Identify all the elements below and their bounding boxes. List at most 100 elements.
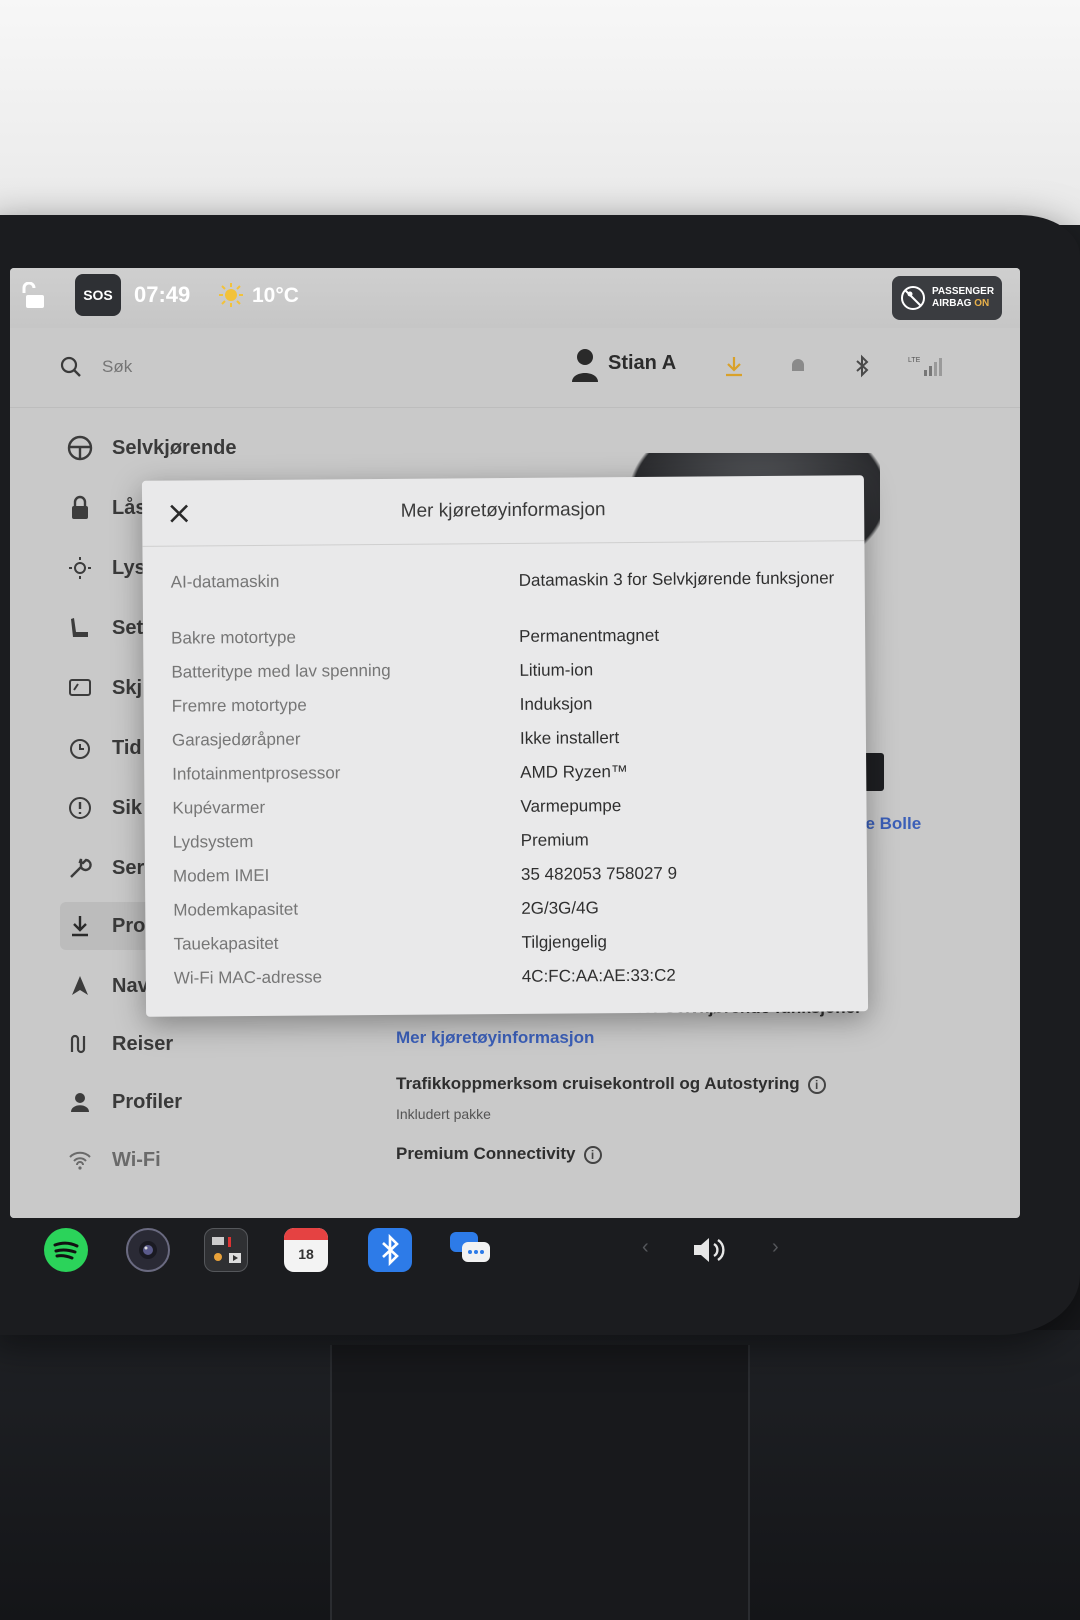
toybox-icon[interactable] [204,1228,248,1272]
search-icon[interactable] [60,356,82,378]
info-row: Modemkapasitet 2G/3G/4G [173,895,853,922]
sos-button[interactable]: SOS [75,274,121,316]
more-vehicle-info-link[interactable]: Mer kjøretøyinformasjon [396,1028,594,1048]
airbag-icon [901,286,925,310]
airbag-label-1: PASSENGER [932,286,995,297]
wrench-icon [70,858,92,878]
sidebar-item-label: Wi-Fi [112,1148,161,1171]
info-key: Bakre motortype [171,627,296,648]
chevron-left-icon[interactable]: ‹ [642,1236,649,1259]
info-row: Infotainmentprosessor AMD Ryzen™ [172,759,852,786]
connectivity-label: Premium Connectivity [396,1144,576,1163]
sidebar-item-label: Sik [112,796,143,819]
touchscreen: SOS 07:49 10°C PASSENGER AIRBAG ON Søk S… [10,268,1020,1218]
info-value: Induksjon [519,694,593,714]
unlock-icon[interactable] [22,282,48,310]
tacc-line: Trafikkoppmerksom cruisekontroll og Auto… [396,1074,826,1094]
volume-icon[interactable] [690,1232,734,1268]
vehicle-info-modal: Mer kjøretøyinformasjon AI-datamaskin Da… [141,475,869,1017]
sidebar-item-label: Selvkjørende [112,436,237,459]
clock-icon [70,739,90,759]
safety-icon [69,797,91,819]
outside-temperature: 10°C [252,284,299,307]
download-icon [72,916,88,937]
info-value: Litium-ion [519,660,594,680]
info-row: Bakre motortype Permanentmagnet [171,623,851,650]
background-wall [0,0,1080,225]
info-key: Modemkapasitet [173,899,299,920]
info-key: Infotainmentprosessor [172,763,341,784]
download-icon[interactable] [722,354,746,378]
seat-icon [71,618,88,637]
bluetooth-icon[interactable] [850,354,874,378]
sidebar-item-profiler[interactable]: Profiler [60,1078,390,1126]
info-value: 35 482053 758027 9 [520,863,678,884]
info-row: Kupévarmer Varmepumpe [172,793,852,820]
user-avatar-icon[interactable] [570,346,600,382]
airbag-state: ON [974,298,990,309]
info-key: Lydsystem [172,831,254,852]
camera-icon[interactable] [126,1228,170,1272]
passenger-airbag-indicator: PASSENGER AIRBAG ON [892,276,1002,320]
info-row: Fremre motortype Induksjon [172,691,852,718]
info-value: 4C:FC:AA:AE:33:C2 [521,965,676,986]
sidebar-item-label: Ser [112,856,145,879]
steering-wheel-icon [67,435,93,461]
connectivity-line: Premium Connectivity i [396,1144,602,1164]
trips-icon [70,1034,86,1054]
sidebar-item-wifi[interactable]: Wi-Fi [60,1136,390,1184]
sidebar-item-label: Reiser [112,1032,174,1055]
tacc-label: Trafikkoppmerksom cruisekontroll og Auto… [396,1074,800,1093]
bluetooth-app-icon[interactable] [368,1228,412,1272]
sos-label: SOS [83,287,113,303]
info-icon[interactable]: i [807,1076,826,1094]
sidebar-item-label: Pro [112,914,146,937]
info-value: Datamaskin 3 for Selvkjørende funksjoner [518,568,835,590]
info-value: 2G/3G/4G [521,898,599,918]
messages-icon[interactable] [448,1228,492,1272]
clock-time: 07:49 [134,282,191,307]
console-slot [330,1345,750,1620]
info-value: Permanentmagnet [519,625,660,646]
modal-header: Mer kjøretøyinformasjon [141,475,865,547]
status-bar: SOS 07:49 10°C PASSENGER AIRBAG ON [10,268,1020,328]
airbag-label-2: AIRBAG [932,298,972,309]
calendar-icon[interactable]: 18 [284,1228,328,1272]
info-row: Batteritype med lav spenning Litium-ion [171,657,851,684]
info-key: Modem IMEI [172,865,270,886]
lock-icon [72,495,88,519]
app-dock: 18 ‹ › [0,1218,1040,1298]
info-key: AI-datamaskin [170,571,280,592]
info-value: AMD Ryzen™ [520,762,628,782]
tacc-sub: Inkludert pakke [396,1106,491,1122]
chevron-right-icon[interactable]: › [772,1236,779,1259]
header-bar: Stian A LTE [10,328,1020,408]
sidebar-item-reiser[interactable]: Reiser [60,1020,390,1068]
info-key: Wi-Fi MAC-adresse [173,967,323,988]
info-key: Fremre motortype [171,695,307,716]
info-row: Tauekapasitet Tilgjengelig [173,929,853,956]
info-value: Ikke installert [519,728,620,748]
info-row: Lydsystem Premium [173,827,853,854]
light-icon [69,557,91,579]
info-value: Varmepumpe [520,796,622,816]
sidebar-item-label: Nav [112,974,149,997]
info-icon[interactable]: i [583,1146,602,1164]
sidebar-item-selvkjorende[interactable]: Selvkjørende [60,424,390,472]
info-row: Modem IMEI 35 482053 758027 9 [173,861,853,888]
info-key: Kupévarmer [172,797,266,818]
modal-title: Mer kjøretøyinformasjon [400,499,606,522]
info-row: Garasjedøråpner Ikke installert [172,725,852,752]
user-name[interactable]: Stian A [608,352,676,375]
navigation-icon [72,976,88,995]
profile-icon [71,1093,89,1112]
info-value: Premium [520,830,589,850]
info-key: Tauekapasitet [173,933,279,954]
sidebar-item-label: Skj [112,676,143,699]
wifi-icon [69,1151,91,1170]
search-input[interactable] [102,350,302,384]
bell-icon[interactable] [786,354,810,378]
svg-text:LTE: LTE [908,357,921,364]
calendar-day: 18 [298,1246,314,1262]
spotify-icon[interactable] [44,1228,88,1272]
